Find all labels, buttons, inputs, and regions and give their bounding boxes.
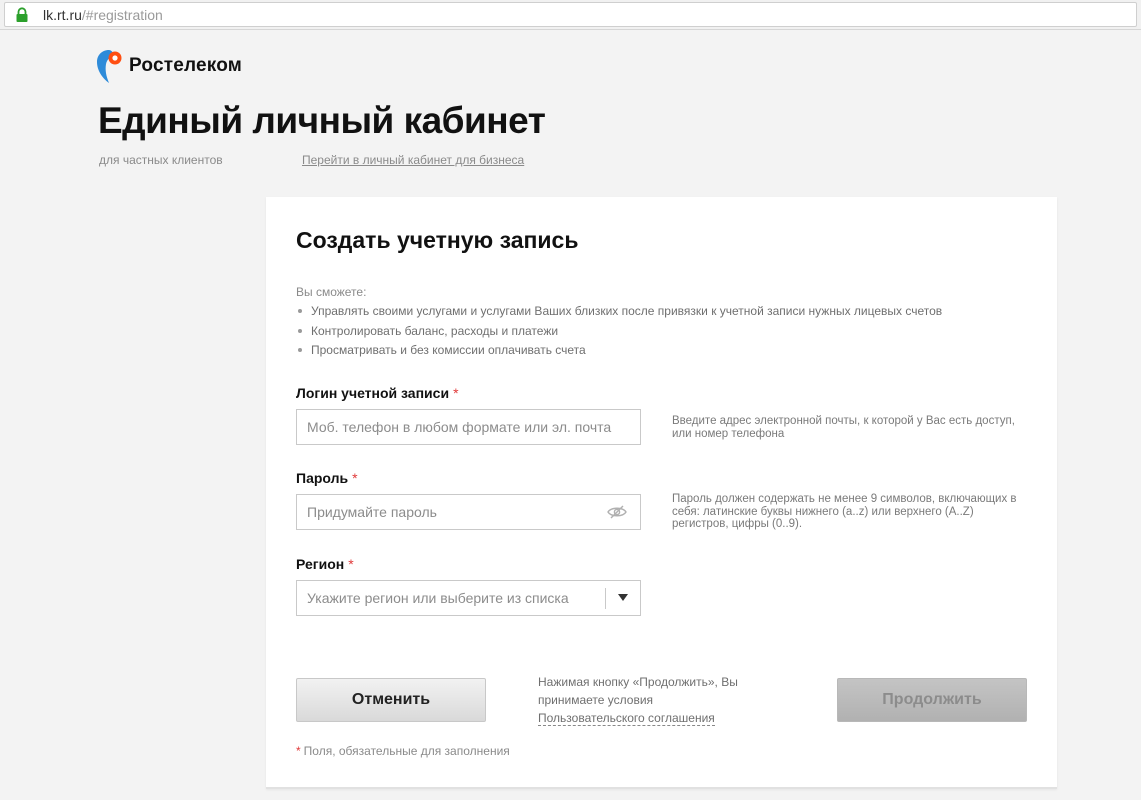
registration-card: Создать учетную запись Вы сможете: Управ…: [266, 197, 1057, 789]
login-label: Логин учетной записи *: [296, 385, 459, 401]
region-select[interactable]: [296, 580, 641, 616]
list-item: Просматривать и без комиссии оплачивать …: [296, 343, 942, 363]
list-item: Контролировать баланс, расходы и платежи: [296, 324, 942, 344]
continue-button[interactable]: Продолжить: [837, 678, 1027, 722]
user-agreement-link[interactable]: Пользовательского соглашения: [538, 711, 715, 726]
benefits-list: Управлять своими услугами и услугами Ваш…: [296, 304, 942, 363]
brand-name: Ростелеком: [129, 55, 243, 76]
page-subtitle: для частных клиентов: [99, 153, 223, 167]
list-item: Управлять своими услугами и услугами Ваш…: [296, 304, 942, 324]
login-input[interactable]: [297, 410, 640, 444]
browser-address-bar: lk.rt.ru/#registration: [0, 0, 1141, 30]
chevron-down-icon[interactable]: [618, 594, 628, 601]
password-field-wrapper: [296, 494, 641, 530]
password-input[interactable]: [297, 495, 640, 529]
required-mark: *: [348, 556, 354, 572]
required-mark: *: [453, 385, 459, 401]
password-label: Пароль *: [296, 470, 358, 486]
agreement-text: Нажимая кнопку «Продолжить», Вы принимае…: [538, 675, 738, 726]
login-hint: Введите адрес электронной почты, к котор…: [672, 415, 1015, 440]
eye-slash-icon[interactable]: [607, 504, 627, 520]
benefits-intro: Вы сможете:: [296, 285, 367, 299]
region-label: Регион *: [296, 556, 354, 572]
rostelecom-logo-icon: [97, 50, 122, 83]
required-mark: *: [352, 470, 358, 486]
cancel-button[interactable]: Отменить: [296, 678, 486, 722]
url-text[interactable]: lk.rt.ru/#registration: [43, 6, 163, 24]
login-field-wrapper: [296, 409, 641, 445]
password-hint: Пароль должен содержать не менее 9 симво…: [672, 493, 1017, 530]
page-title: Единый личный кабинет: [98, 100, 546, 141]
required-fields-note: * Поля, обязательные для заполнения: [296, 744, 510, 758]
form-title: Создать учетную запись: [296, 227, 579, 253]
select-separator: [605, 588, 606, 609]
lock-icon: [16, 7, 28, 22]
url-field[interactable]: lk.rt.ru/#registration: [4, 2, 1137, 27]
region-input[interactable]: [297, 581, 640, 615]
business-cabinet-link[interactable]: Перейти в личный кабинет для бизнеса: [302, 153, 524, 167]
